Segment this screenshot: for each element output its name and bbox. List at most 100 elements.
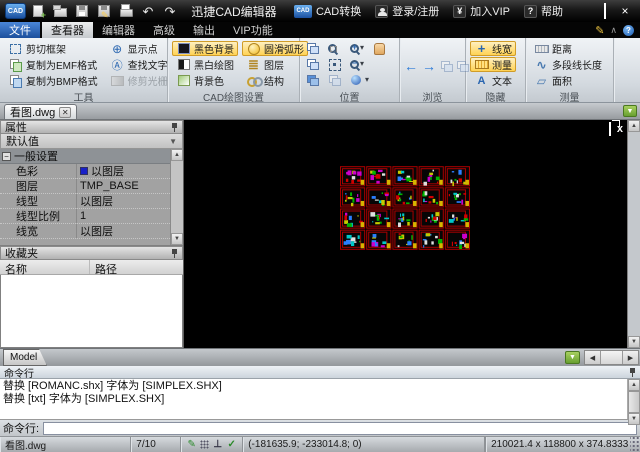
collapse-category-icon[interactable]: − [2, 151, 11, 161]
layers-button[interactable]: 图层 [242, 57, 308, 72]
lineweight-toggle[interactable]: 线宽 [470, 41, 516, 56]
trim-raster-button[interactable]: 修剪光栅 [106, 73, 172, 88]
structure-button[interactable]: 结构 [242, 73, 308, 88]
orbit-button[interactable]: ▾ [348, 73, 370, 88]
save-button[interactable] [74, 4, 90, 18]
scroll-right-icon[interactable]: ▶ [622, 351, 638, 364]
property-row-lineweight[interactable]: 线宽 以图层 [0, 224, 170, 239]
grid-snap-icon[interactable] [200, 440, 210, 449]
measure-toggle[interactable]: 测量 [470, 57, 516, 72]
join-vip-button[interactable]: ¥ 加入VIP [447, 3, 516, 19]
properties-scrollbar[interactable]: ▲ ▼ [170, 149, 183, 245]
scroll-up-icon[interactable]: ▲ [171, 149, 183, 161]
scroll-up-icon[interactable]: ▲ [628, 379, 640, 391]
scroll-left-icon[interactable]: ◀ [585, 351, 601, 364]
property-category-row[interactable]: − 一般设置 [0, 149, 170, 164]
view-prev-icon[interactable] [440, 60, 453, 73]
copy-emf-label: 复制为EMF格式 [26, 61, 98, 72]
tab-vip[interactable]: VIP功能 [224, 22, 282, 38]
scroll-down-icon[interactable]: ▼ [628, 413, 640, 425]
smooth-arc-toggle[interactable]: 圆滑弧形 [242, 41, 308, 56]
ribbon-help-icon[interactable]: ? [623, 24, 634, 36]
document-tab[interactable]: 看图.dwg ✕ [4, 104, 78, 119]
maximize-button[interactable] [599, 3, 611, 19]
scroll-track[interactable] [171, 161, 183, 233]
cascade-view-button[interactable] [304, 41, 326, 56]
distance-button[interactable]: 距离 [530, 41, 606, 56]
copy-view-button[interactable] [304, 57, 326, 72]
canvas-vertical-scrollbar[interactable]: ▲ ▼ [627, 120, 640, 348]
save-as-button[interactable] [96, 4, 112, 18]
browse-back-button[interactable]: ← [404, 59, 418, 73]
favorites-col-name[interactable]: 名称 [0, 260, 90, 276]
command-input[interactable] [43, 421, 637, 435]
draft-mode-icon[interactable]: ✎ [186, 439, 197, 450]
layout-dropdown-button[interactable]: ▼ [565, 351, 580, 364]
scroll-down-icon[interactable]: ▼ [628, 336, 640, 348]
show-points-button[interactable]: 显示点 [106, 41, 172, 56]
property-row-linetype[interactable]: 线型 以图层 [0, 194, 170, 209]
model-tab[interactable]: Model [3, 349, 47, 366]
scroll-down-icon[interactable]: ▼ [171, 233, 183, 245]
tab-file[interactable]: 文件 [0, 22, 40, 38]
favorites-col-path[interactable]: 路径 [90, 260, 183, 276]
pan-button[interactable] [370, 41, 392, 56]
scroll-thumb[interactable] [628, 391, 640, 413]
help-button[interactable]: ? 帮助 [518, 3, 569, 19]
scroll-thumb[interactable] [601, 351, 622, 364]
window-layout-button[interactable] [304, 73, 326, 88]
view-next-icon[interactable] [456, 60, 469, 73]
copy-emf-button[interactable]: 复制为EMF格式 [4, 57, 102, 72]
tab-output[interactable]: 输出 [184, 22, 224, 38]
ortho-icon[interactable]: ⊥ [212, 439, 223, 450]
style-pen-icon[interactable]: ✎ [595, 24, 604, 37]
undo-button[interactable]: ↶ [140, 4, 156, 18]
resize-grip[interactable] [630, 437, 640, 452]
tab-advanced[interactable]: 高级 [144, 22, 184, 38]
new-file-button[interactable] [30, 4, 46, 18]
text-toggle[interactable]: 文本 [470, 73, 516, 88]
drawing-canvas[interactable]: x ▲ ▼ [184, 120, 640, 348]
collapse-ribbon-icon[interactable]: ∧ [610, 25, 617, 36]
black-background-toggle[interactable]: 黑色背景 [172, 41, 238, 56]
redo-button[interactable]: ↷ [162, 4, 178, 18]
tab-viewer[interactable]: 查看器 [42, 22, 93, 38]
command-history-scrollbar[interactable]: ▲ ▼ [627, 379, 640, 425]
property-row-linetype-scale[interactable]: 线型比例 1 [0, 209, 170, 224]
polyline-length-button[interactable]: 多段线长度 [530, 57, 606, 72]
browse-forward-button[interactable]: → [422, 59, 436, 73]
tab-editor[interactable]: 编辑器 [93, 22, 144, 38]
pin-icon[interactable] [629, 367, 636, 377]
pin-icon[interactable] [171, 122, 178, 132]
copy-bmp-button[interactable]: 复制为BMP格式 [4, 73, 102, 88]
document-tab-close-icon[interactable]: ✕ [59, 106, 72, 118]
scroll-track[interactable] [628, 132, 640, 336]
close-button[interactable]: × [619, 5, 631, 17]
cad-convert-button[interactable]: CAD CAD转换 [288, 3, 367, 19]
login-register-button[interactable]: 登录/注册 [369, 3, 445, 19]
property-row-layer[interactable]: 图层 TMP_BASE [0, 179, 170, 194]
command-history[interactable]: 替换 [ROMANC.shx] 字体为 [SIMPLEX.SHX] 替换 [tx… [0, 379, 640, 425]
clip-frame-button[interactable]: 剪切框架 [4, 41, 102, 56]
area-button[interactable]: 面积 [530, 73, 606, 88]
cad-drawing-thumbnails[interactable] [340, 166, 472, 252]
background-color-button[interactable]: 背景色 [172, 73, 238, 88]
zoom-window-button[interactable] [326, 41, 348, 56]
mdi-restore-button[interactable] [608, 122, 611, 136]
tab-list-dropdown-button[interactable]: ▼ [623, 105, 637, 117]
print-button[interactable] [118, 4, 134, 18]
canvas-horizontal-scrollbar[interactable]: ◀ ▶ [584, 350, 639, 365]
previous-view-button[interactable] [326, 73, 348, 88]
zoom-in-button[interactable]: ▾ [348, 41, 370, 56]
properties-preset-dropdown[interactable]: 默认值 ▼ [0, 134, 183, 149]
osnap-icon[interactable]: ✓ [226, 439, 237, 450]
favorites-list[interactable] [0, 275, 183, 348]
find-text-button[interactable]: 查找文字 [106, 57, 172, 72]
property-row-color[interactable]: 色彩 以图层 [0, 164, 170, 179]
pin-icon[interactable] [171, 248, 178, 258]
zoom-extents-button[interactable] [326, 57, 348, 72]
bw-drawing-toggle[interactable]: 黑白绘图 [172, 57, 238, 72]
scroll-up-icon[interactable]: ▲ [628, 120, 640, 132]
zoom-out-button[interactable]: ▾ [348, 57, 370, 72]
open-file-button[interactable] [52, 4, 68, 18]
